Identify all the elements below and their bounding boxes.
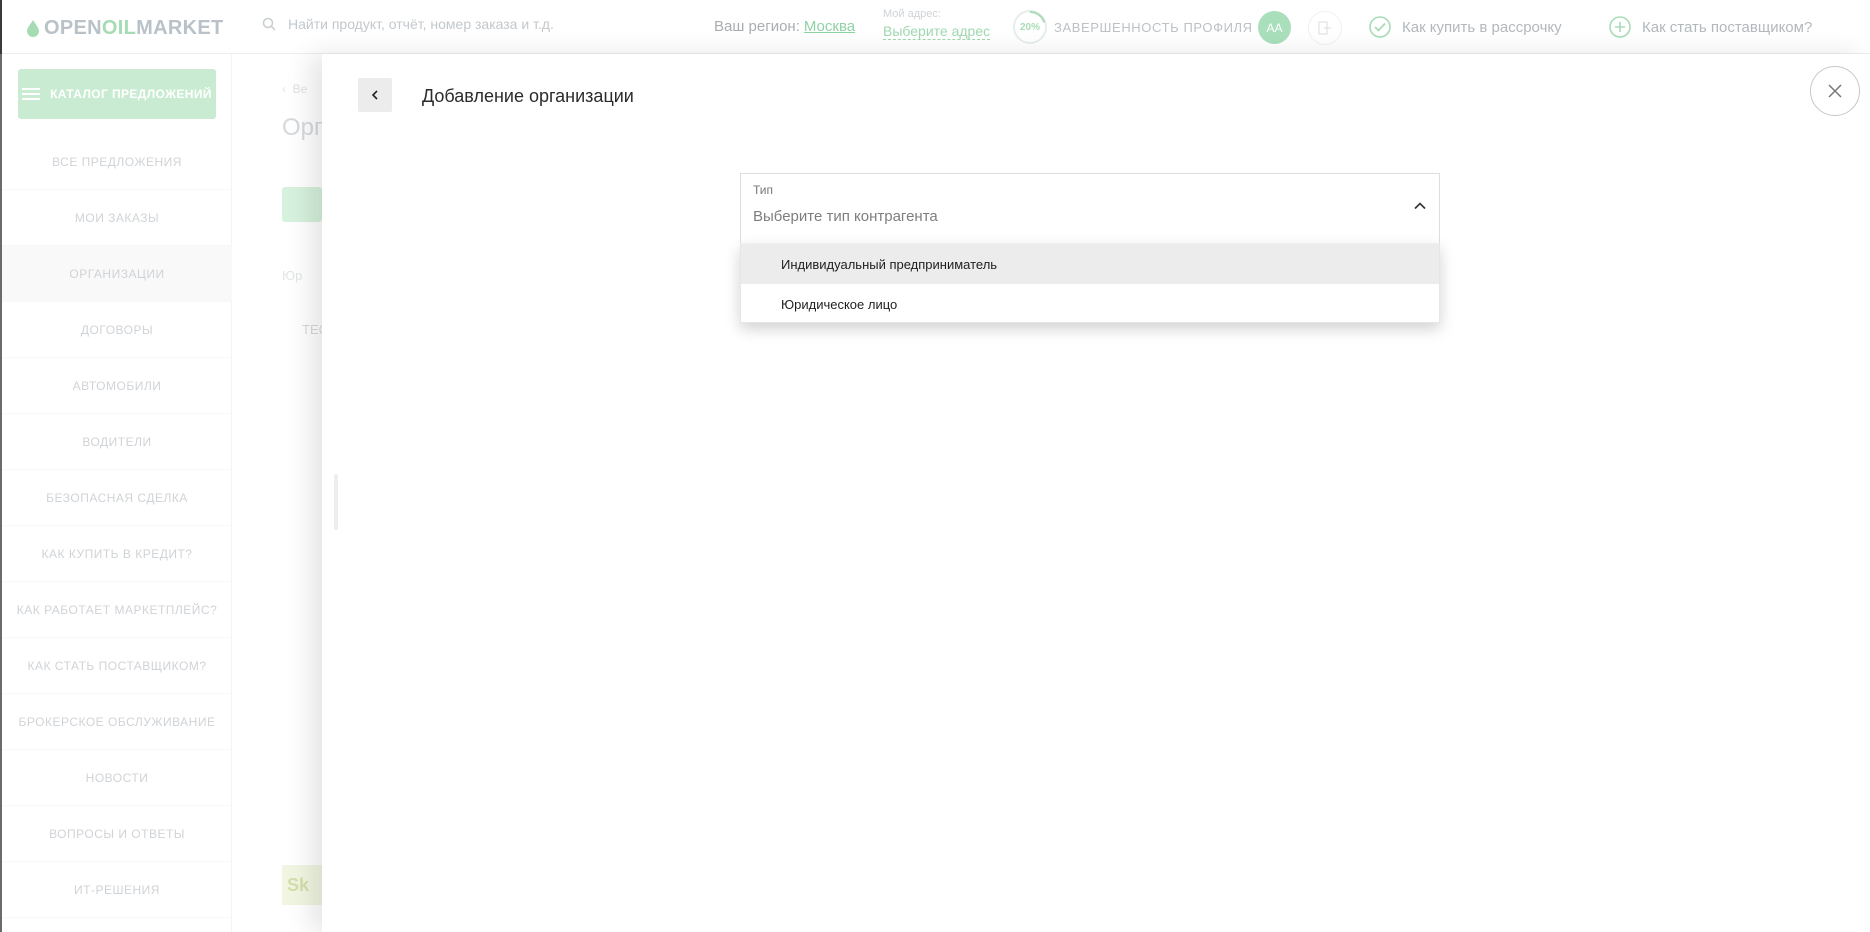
counterparty-type-dropdown: Индивидуальный предприниматель Юридическ…: [740, 243, 1440, 323]
option-legal-entity[interactable]: Юридическое лицо: [741, 284, 1439, 324]
installment-link-label: Как купить в рассрочку: [1402, 18, 1562, 36]
panel-resize-handle[interactable]: [334, 474, 338, 530]
close-button[interactable]: [1810, 66, 1860, 116]
select-label: Тип: [753, 183, 774, 197]
chevron-left-icon: [371, 90, 378, 100]
supplier-link[interactable]: Как стать поставщиком?: [1608, 15, 1812, 39]
counterparty-type-select[interactable]: Тип Выберите тип контрагента: [740, 173, 1440, 243]
address-selector: Мой адрес: Выберите адрес: [883, 8, 991, 41]
panel-title: Добавление организации: [422, 86, 634, 106]
add-organization-panel: Добавление организации Тип Выберите тип …: [322, 54, 1870, 932]
logout-icon: [1318, 21, 1331, 35]
avatar[interactable]: АА: [1258, 11, 1291, 44]
check-circle-icon: [1369, 16, 1391, 38]
logo-text: OPENOILMARKET: [44, 16, 224, 39]
region-selector: Ваш регион: Москва: [714, 18, 855, 35]
installment-link[interactable]: Как купить в рассрочку: [1368, 15, 1562, 39]
region-label: Ваш регион:: [714, 18, 800, 35]
profile-progress-label[interactable]: ЗАВЕРШЕННОСТЬ ПРОФИЛЯ: [1054, 20, 1253, 35]
progress-arc-icon: [1029, 10, 1046, 23]
oil-drop-icon: [27, 20, 39, 37]
back-button[interactable]: [358, 78, 392, 112]
select-placeholder: Выберите тип контрагента: [753, 208, 938, 225]
chevron-up-icon: [1414, 202, 1426, 210]
search-icon: [262, 17, 276, 31]
close-icon: [1828, 84, 1842, 98]
supplier-link-label: Как стать поставщиком?: [1642, 18, 1813, 36]
address-link[interactable]: Выберите адрес: [883, 23, 991, 40]
logout-button[interactable]: [1308, 11, 1342, 45]
top-bar: OPENOILMARKET Найти продукт, отчёт, номе…: [0, 0, 1870, 54]
search-bar[interactable]: Найти продукт, отчёт, номер заказа и т.д…: [262, 16, 554, 32]
logo[interactable]: OPENOILMARKET: [26, 16, 223, 40]
option-individual-entrepreneur[interactable]: Индивидуальный предприниматель: [741, 244, 1439, 284]
address-label: Мой адрес:: [883, 8, 941, 20]
plus-circle-icon: [1609, 16, 1631, 38]
search-input[interactable]: Найти продукт, отчёт, номер заказа и т.д…: [288, 16, 554, 32]
profile-progress-ring: 20%: [1013, 10, 1047, 44]
region-link[interactable]: Москва: [804, 18, 855, 35]
